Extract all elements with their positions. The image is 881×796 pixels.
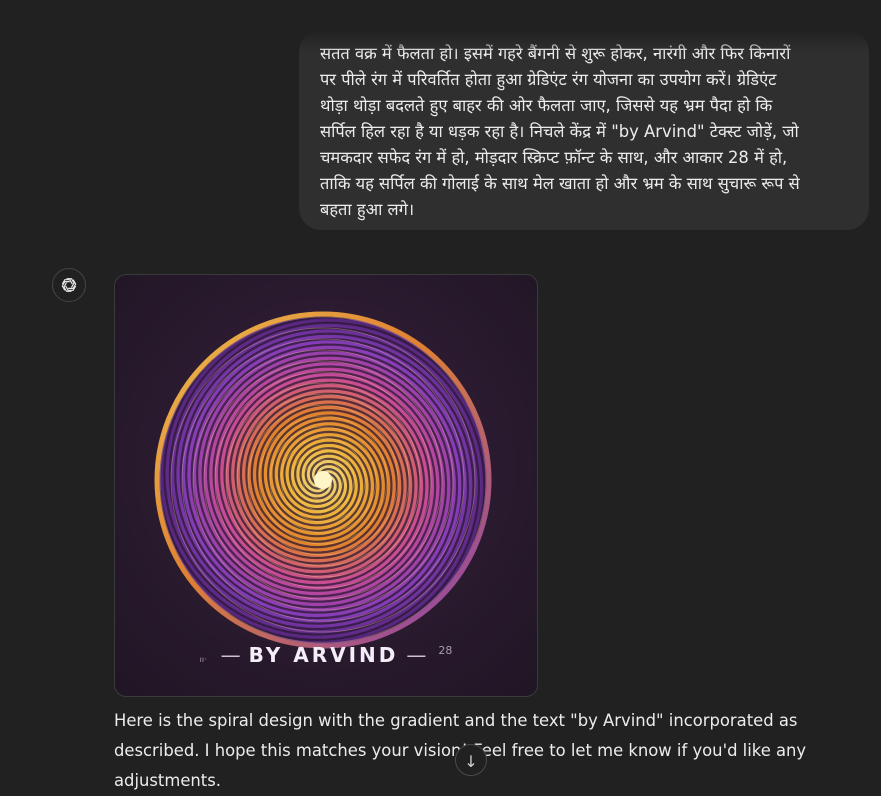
generated-spiral-image[interactable]: ıı· — BY ARVIND — 28 bbox=[114, 274, 538, 697]
image-caption: ıı· — BY ARVIND — 28 bbox=[115, 643, 537, 667]
caption-dash-right: — bbox=[406, 643, 427, 667]
assistant-avatar bbox=[52, 268, 86, 302]
spiral-artwork bbox=[154, 311, 492, 649]
caption-number: 28 bbox=[438, 644, 453, 658]
assistant-message-text: Here is the spiral design with the gradi… bbox=[114, 711, 807, 790]
user-message-text: सतत वक्र में फैलता हो। इसमें गहरे बैंगनी… bbox=[320, 44, 800, 219]
arrow-down-icon: ↓ bbox=[464, 752, 478, 771]
caption-text: BY ARVIND bbox=[248, 643, 399, 667]
openai-logo-icon bbox=[61, 278, 77, 292]
scroll-to-bottom-button[interactable]: ↓ bbox=[455, 744, 487, 776]
user-message-bubble: सतत वक्र में फैलता हो। इसमें गहरे बैंगनी… bbox=[299, 30, 869, 230]
caption-dash-left: — bbox=[220, 643, 241, 667]
top-fade-overlay bbox=[299, 30, 869, 52]
caption-tick: ıı· bbox=[199, 655, 207, 664]
